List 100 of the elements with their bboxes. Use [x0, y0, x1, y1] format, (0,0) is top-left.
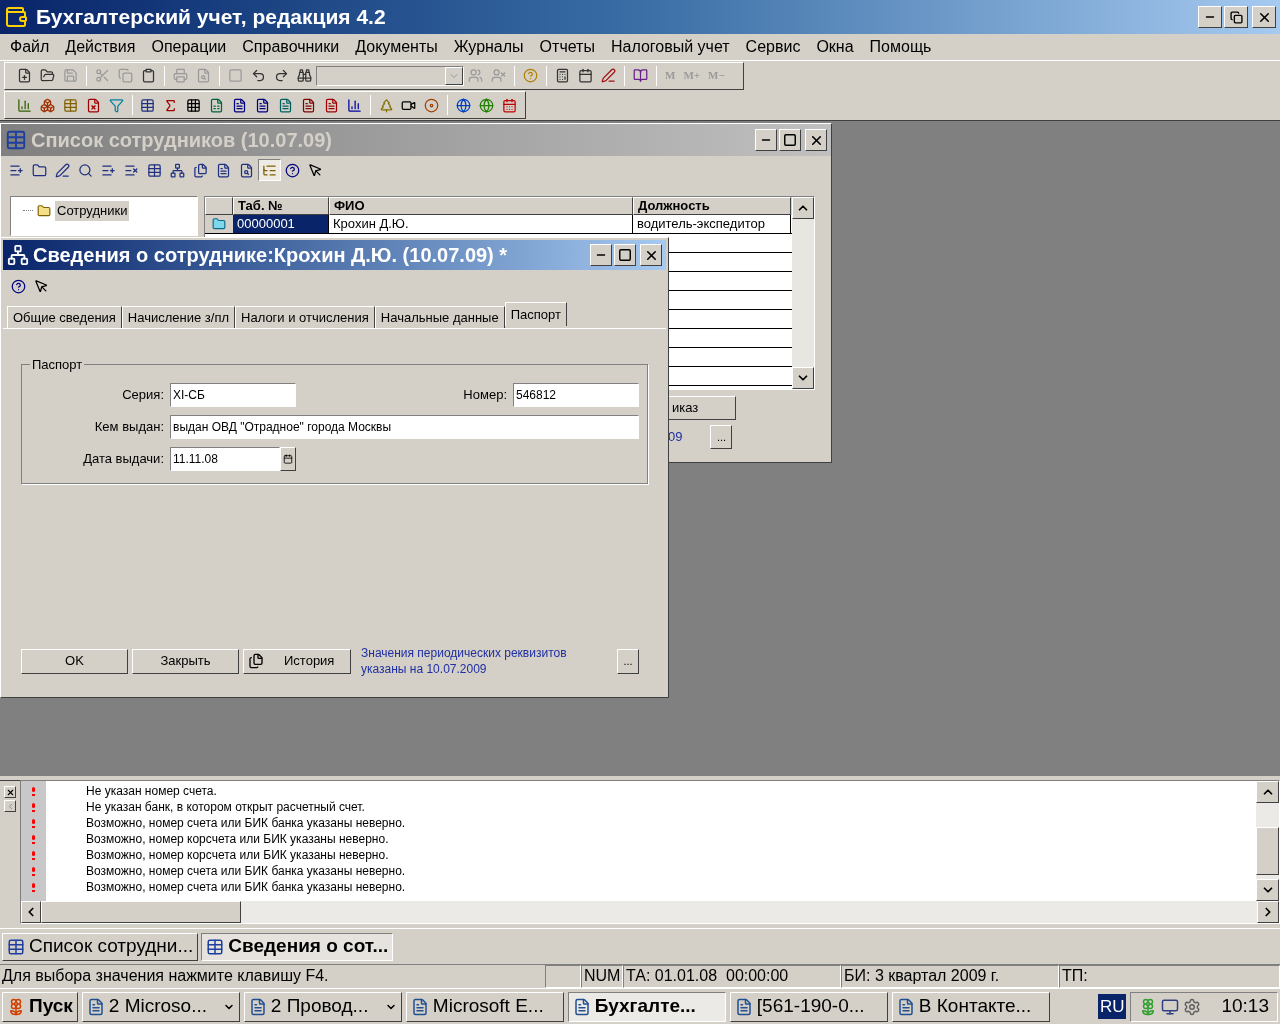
report-icon — [323, 97, 339, 113]
group-title: Паспорт — [31, 356, 84, 374]
text-field[interactable]: выдан ОВД "Отрадное" города Москвы — [170, 414, 639, 439]
tab[interactable]: Паспорт — [504, 302, 567, 326]
paste-icon — [141, 68, 156, 83]
start-button[interactable]: Пуск — [2, 991, 78, 1022]
menu-item[interactable]: Файл — [2, 35, 58, 59]
clock: 10:13 — [1221, 994, 1269, 1019]
globe-icon — [479, 97, 495, 113]
tab[interactable]: Налоги и отчисления — [235, 306, 375, 328]
menu-item[interactable]: Отчеты — [531, 35, 603, 59]
book-icon — [633, 68, 648, 83]
filter-icon — [108, 97, 124, 113]
file-search-icon — [239, 162, 254, 178]
bar-chart-icon — [16, 97, 32, 113]
taskbar-item[interactable]: 2 Microso... — [81, 991, 240, 1022]
message-text: Возможно, номер счета или БИК банка указаны неверно. — [86, 815, 406, 831]
dialog-button[interactable]: OK — [21, 648, 128, 674]
tree-item[interactable]: Сотрудники — [55, 201, 130, 221]
menu-item[interactable]: Налоговый учет — [602, 35, 738, 59]
search-icon — [78, 162, 93, 178]
column-header[interactable]: Должность — [633, 197, 791, 215]
menu-item[interactable]: Документы — [347, 35, 446, 59]
cut-icon — [95, 68, 110, 83]
field-label: Серия: — [121, 385, 165, 404]
language-indicator[interactable]: RU — [1097, 993, 1127, 1020]
text-field[interactable]: 546812 — [513, 382, 639, 407]
maximize-button[interactable] — [614, 244, 636, 266]
tree-icon — [378, 97, 394, 113]
order-button[interactable]: иказ — [668, 396, 736, 420]
menu-item[interactable]: Сервис — [737, 35, 809, 59]
dialog-button[interactable]: Закрыть — [132, 648, 239, 674]
exclamation-icon — [32, 866, 35, 876]
close-button[interactable] — [1252, 6, 1276, 28]
document-icon — [277, 97, 293, 113]
exclamation-icon — [32, 802, 35, 812]
tab[interactable]: Начальные данные — [374, 306, 505, 328]
text-field[interactable]: XI-СБ — [170, 382, 296, 407]
restore-button[interactable] — [1224, 6, 1248, 28]
tree-view-toggle[interactable] — [258, 159, 281, 181]
tab[interactable]: Общие сведения — [7, 306, 122, 328]
close-button[interactable] — [805, 129, 827, 151]
vertical-scrollbar[interactable] — [1256, 781, 1279, 901]
boxes-icon — [39, 97, 55, 113]
minimize-button[interactable] — [1198, 6, 1222, 28]
column-header[interactable]: ФИО — [329, 197, 633, 215]
calendar-button[interactable] — [280, 446, 296, 471]
menu-item[interactable]: Окна — [808, 35, 862, 59]
more-button[interactable]: ... — [617, 648, 639, 674]
print-icon — [173, 68, 188, 83]
maximize-button[interactable] — [779, 129, 801, 151]
taskbar-item[interactable]: 2 Провод... — [243, 991, 402, 1022]
horizontal-scrollbar[interactable] — [21, 901, 1279, 923]
taskbar-item[interactable]: [561-190-0... — [729, 991, 888, 1022]
undo-icon — [251, 68, 266, 83]
search-combo[interactable] — [316, 65, 464, 86]
date-link[interactable]: 09 — [668, 427, 683, 447]
redo-icon — [274, 68, 289, 83]
status-cell: БИ: 3 квартал 2009 г. — [841, 965, 1059, 988]
document-icon — [896, 997, 915, 1016]
collapse-button[interactable] — [4, 800, 16, 812]
help-icon — [285, 162, 300, 178]
document-icon — [572, 997, 591, 1016]
vertical-scrollbar[interactable] — [792, 197, 814, 389]
close-button[interactable] — [640, 244, 662, 266]
hierarchy-icon — [170, 162, 185, 178]
minimize-button[interactable] — [590, 244, 612, 266]
calendar-icon — [283, 453, 293, 464]
window-tab[interactable]: Список сотрудни... — [2, 932, 199, 961]
help-pointer-icon — [34, 278, 49, 294]
table-cell[interactable]: водитель-экспедитор — [633, 215, 791, 233]
date-field[interactable]: 11.11.08 — [170, 446, 280, 471]
window-title: Сведения о сотруднике:Крохин Д.Ю. (10.07.09) * — [33, 243, 509, 268]
column-header[interactable]: Таб. № — [233, 197, 329, 215]
document-icon — [410, 997, 429, 1016]
taskbar-item[interactable]: Microsoft E... — [405, 991, 564, 1022]
menu-item[interactable]: Помощь — [861, 35, 940, 59]
menu-item[interactable]: Журналы — [445, 35, 532, 59]
table-cell[interactable]: Крохин Д.Ю. — [329, 215, 633, 233]
copy-icon — [193, 162, 208, 178]
table-cell[interactable]: 00000001 — [233, 215, 329, 233]
periodic-note: Значения периодических реквизитов указаны на 10.07.2009 — [361, 645, 568, 677]
window-title: Список сотрудников (10.07.09) — [31, 128, 333, 153]
taskbar-item[interactable]: В Контакте... — [891, 991, 1050, 1022]
more-button[interactable]: ... — [710, 425, 733, 449]
folder-icon — [40, 68, 55, 83]
window-tab[interactable]: Сведения о сот... — [201, 932, 394, 961]
menu-item[interactable]: Действия — [57, 35, 144, 59]
history-button[interactable]: История — [243, 648, 351, 674]
message-text: Возможно, номер счета или БИК банка указаны неверно. — [86, 879, 406, 895]
minimize-button[interactable] — [755, 129, 777, 151]
tab[interactable]: Начисление з/пл — [121, 306, 236, 328]
help-icon — [523, 68, 538, 83]
menu-item[interactable]: Справочники — [234, 35, 348, 59]
menu-item[interactable]: Операции — [143, 35, 235, 59]
disc-icon — [424, 97, 440, 113]
close-button[interactable] — [4, 786, 16, 798]
calendar-icon — [578, 68, 593, 83]
help-icon — [11, 278, 26, 294]
taskbar-item[interactable]: Бухгалте... — [567, 991, 726, 1022]
